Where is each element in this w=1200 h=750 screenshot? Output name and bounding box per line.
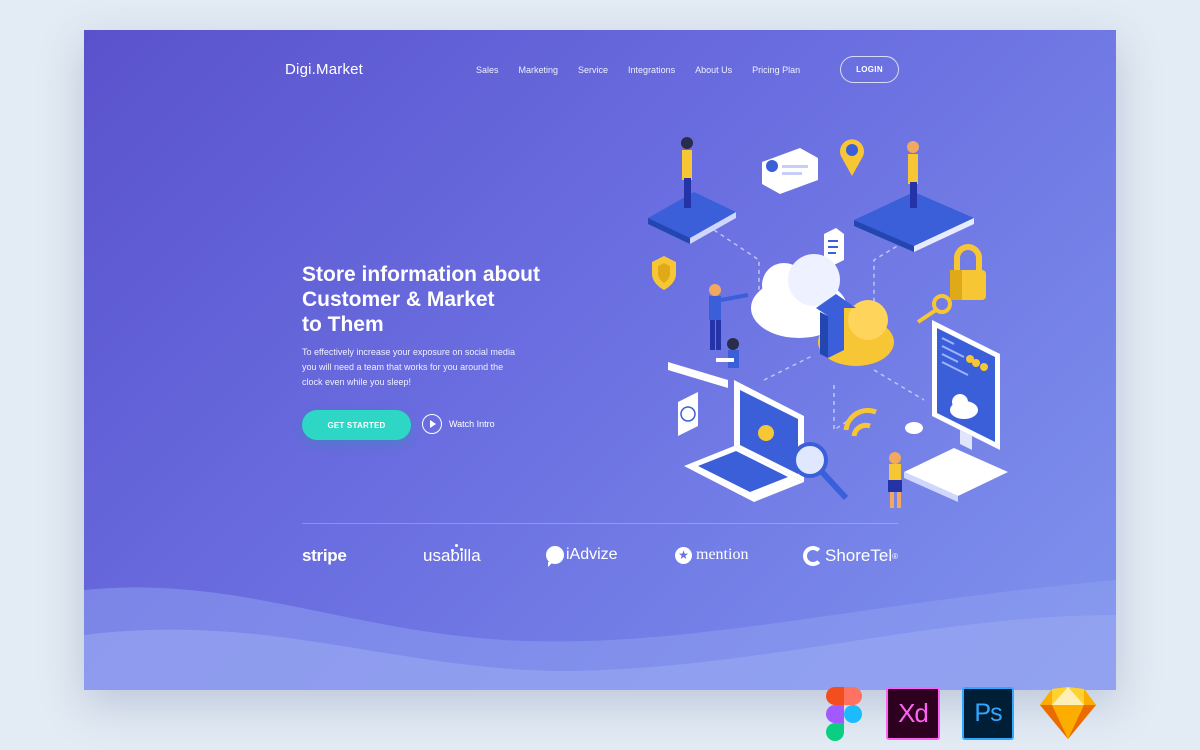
nav-item-service[interactable]: Service — [578, 65, 608, 75]
monitor-icon — [932, 320, 1000, 450]
partner-name: stripe — [302, 546, 347, 565]
hero-title-line: Customer & Market — [302, 288, 495, 311]
chat-bubble-icon — [762, 148, 818, 194]
site-logo[interactable]: Digi.Market — [285, 61, 363, 78]
hero-title: Store information about Customer & Marke… — [302, 262, 602, 337]
iadvize-bubble-icon — [546, 546, 564, 567]
padlock-icon — [950, 244, 986, 300]
mention-star-icon: ★ — [675, 546, 692, 564]
adobe-xd-icon: Xd — [886, 687, 940, 740]
partner-name: mention — [696, 546, 749, 563]
nav-item-marketing[interactable]: Marketing — [519, 65, 559, 75]
mouse-icon — [905, 422, 923, 434]
clock-icon — [678, 392, 698, 436]
partner-name: iAdvize — [566, 546, 618, 563]
partner-logo-usabilla: usabilla — [423, 544, 481, 566]
magnifying-glass-icon — [792, 442, 849, 501]
shoretel-swirl-icon — [803, 546, 823, 566]
figma-icon — [826, 687, 862, 741]
nav-item-about-us[interactable]: About Us — [695, 65, 732, 75]
main-nav: Sales Marketing Service Integrations Abo… — [476, 65, 820, 75]
shield-icon — [652, 256, 676, 290]
tablet-platform — [854, 141, 974, 252]
partner-logo-stripe: stripe — [302, 546, 347, 566]
watch-intro-button[interactable]: Watch Intro — [422, 414, 495, 434]
hero-description-line: clock even while you sleep! — [302, 377, 412, 387]
hero-description-line: you will need a team that works for you … — [302, 362, 504, 372]
photoshop-icon: Ps — [962, 687, 1014, 740]
nav-item-pricing-plan[interactable]: Pricing Plan — [752, 65, 800, 75]
partner-logo-shoretel: ShoreTel ® — [803, 546, 898, 566]
nav-item-sales[interactable]: Sales — [476, 65, 499, 75]
laptop-icon — [684, 380, 804, 502]
hero-description-line: To effectively increase your exposure on… — [302, 347, 515, 357]
partner-logo-iadvize: iAdvize — [546, 546, 618, 567]
landing-page-mockup: Digi.Market Sales Marketing Service Inte… — [84, 30, 1116, 690]
hero-title-line: to Them — [302, 313, 384, 336]
play-circle-icon — [422, 414, 442, 434]
nav-item-integrations[interactable]: Integrations — [628, 65, 675, 75]
partners-divider — [302, 523, 898, 524]
get-started-button[interactable]: GET STARTED — [302, 410, 411, 440]
watch-intro-label: Watch Intro — [449, 419, 495, 429]
registered-mark: ® — [892, 551, 899, 561]
location-pin-icon — [840, 139, 864, 176]
login-button[interactable]: LOGIN — [840, 56, 899, 83]
person-standing-phone — [888, 452, 902, 508]
design-tools-row: Xd Ps — [0, 687, 1200, 747]
phone-platform — [648, 137, 736, 244]
wifi-icon — [843, 407, 877, 437]
sketch-icon — [1040, 687, 1096, 739]
partner-logo-mention: ★ mention — [675, 546, 748, 564]
isometric-cloud-illustration — [648, 137, 1008, 508]
hero-description: To effectively increase your exposure on… — [302, 345, 552, 390]
hero-title-line: Store information about — [302, 263, 540, 286]
person-with-laptop — [668, 338, 739, 388]
partner-name: ShoreTel — [825, 546, 893, 565]
key-icon — [916, 294, 952, 324]
cloud-upload-icon — [751, 254, 894, 366]
keyboard-icon — [904, 448, 1008, 502]
